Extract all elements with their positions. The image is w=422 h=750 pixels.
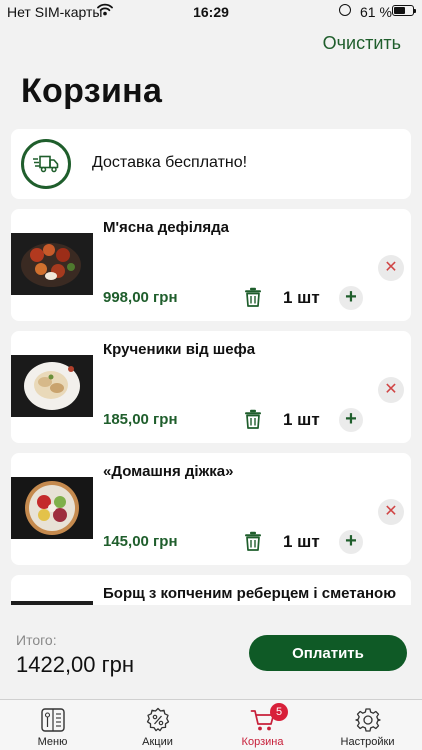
item-price: 998,00 грн	[103, 289, 178, 306]
tab-cart[interactable]: 5 Корзина	[210, 700, 315, 750]
tab-label: Корзина	[241, 736, 284, 748]
tab-label: Акции	[142, 736, 173, 748]
item-name: Крученики від шефа	[103, 341, 256, 358]
status-bar: Нет SIM-карты 16:29 61 %	[0, 0, 422, 24]
remove-item-button[interactable]: ✕	[378, 255, 404, 281]
cart-count-badge: 5	[270, 703, 288, 721]
menu-book-icon	[40, 707, 66, 733]
total-value: 1422,00 грн	[16, 652, 135, 677]
tab-label: Настройки	[340, 736, 395, 748]
tab-label: Меню	[37, 736, 68, 748]
tab-menu[interactable]: Меню	[0, 700, 105, 750]
total-label: Итого:	[16, 632, 57, 648]
checkout-bar: Итого: 1422,00 грн Оплатить	[0, 605, 422, 701]
clear-cart-button[interactable]: Очистить	[323, 33, 401, 54]
trash-icon[interactable]	[244, 287, 262, 307]
item-photo	[11, 477, 93, 539]
item-name: М'ясна дефіляда	[103, 219, 230, 236]
discount-gear-icon	[145, 707, 171, 733]
item-quantity: 1 шт	[283, 410, 320, 429]
trash-icon[interactable]	[244, 409, 262, 429]
tab-promotions[interactable]: Акции	[105, 700, 210, 750]
delivery-truck-icon	[21, 139, 71, 189]
cart-item: Крученики від шефа 185,00 грн 1 шт + ✕	[11, 331, 411, 443]
remove-item-button[interactable]: ✕	[378, 499, 404, 525]
cart-item: Борщ з копченим реберцем і сметаною	[11, 575, 411, 605]
tab-settings[interactable]: Настройки	[315, 700, 420, 750]
cart-item: М'ясна дефіляда 998,00 грн 1 шт + ✕	[11, 209, 411, 321]
page-title: Корзина	[21, 72, 163, 110]
item-name: Борщ з копченим реберцем і сметаною	[103, 585, 397, 602]
battery-percent: 61 %	[360, 4, 392, 20]
cart-item: «Домашня діжка» 145,00 грн 1 шт + ✕	[11, 453, 411, 565]
rotation-lock-icon	[339, 4, 351, 16]
item-quantity: 1 шт	[283, 288, 320, 307]
item-photo	[11, 233, 93, 295]
gear-icon	[355, 707, 381, 733]
remove-item-button[interactable]: ✕	[378, 377, 404, 403]
pay-button[interactable]: Оплатить	[249, 635, 407, 671]
item-quantity: 1 шт	[283, 532, 320, 551]
increase-quantity-button[interactable]: +	[339, 286, 363, 310]
trash-icon[interactable]	[244, 531, 262, 551]
increase-quantity-button[interactable]: +	[339, 530, 363, 554]
item-name: «Домашня діжка»	[103, 463, 234, 480]
tab-bar: Меню Акции 5 Корзина Настройки	[0, 699, 422, 750]
increase-quantity-button[interactable]: +	[339, 408, 363, 432]
cart-item-list[interactable]: М'ясна дефіляда 998,00 грн 1 шт + ✕ Круч…	[0, 209, 422, 605]
battery-icon	[392, 5, 416, 16]
delivery-text: Доставка бесплатно!	[92, 154, 248, 171]
item-price: 185,00 грн	[103, 411, 178, 428]
clock-time: 16:29	[193, 4, 229, 20]
delivery-info-card: Доставка бесплатно!	[11, 129, 411, 199]
item-price: 145,00 грн	[103, 533, 178, 550]
item-photo	[11, 355, 93, 417]
